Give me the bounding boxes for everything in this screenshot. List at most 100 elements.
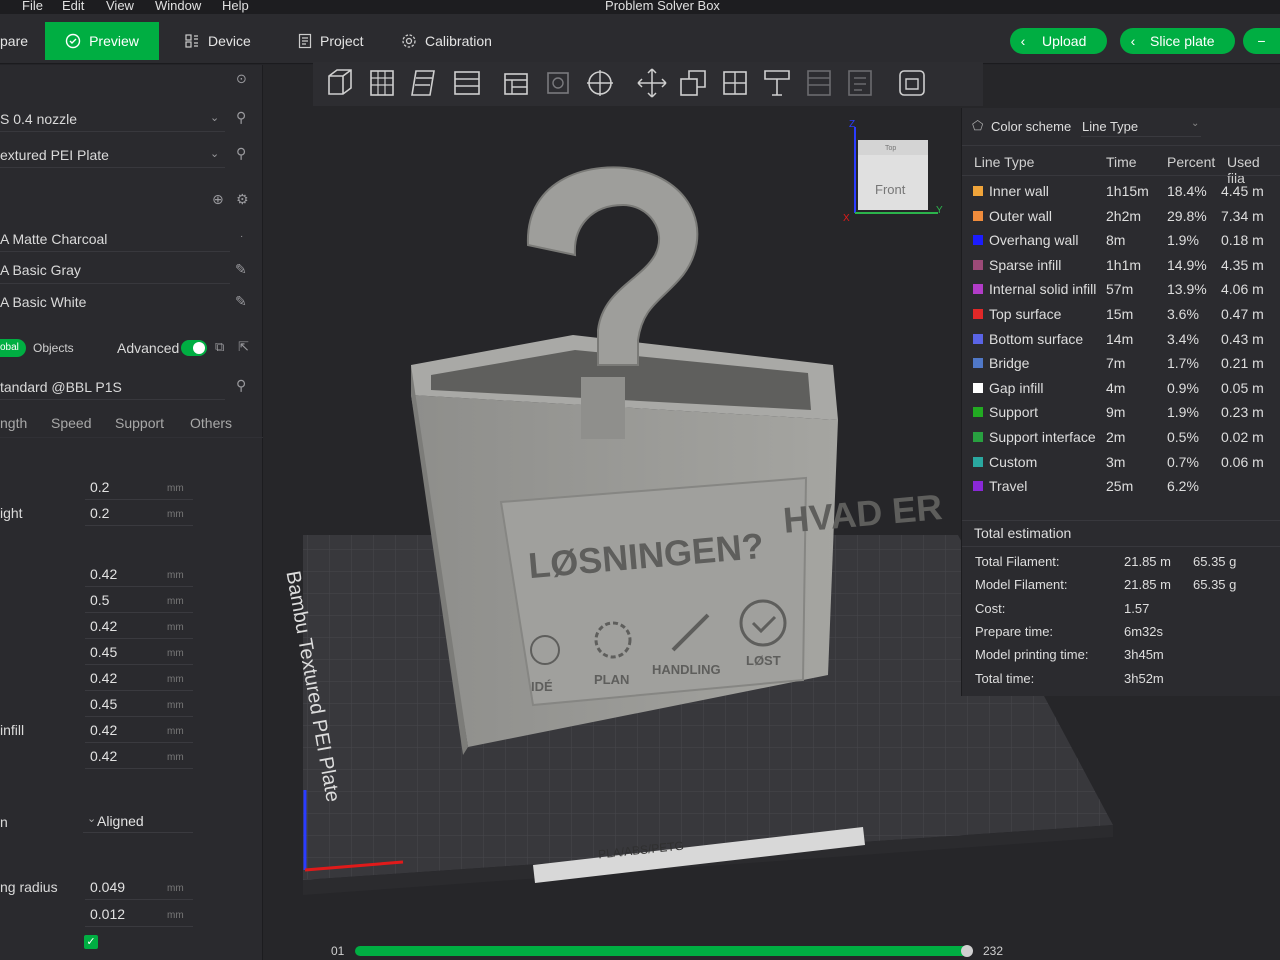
table-view-icon[interactable] <box>366 66 400 100</box>
line-type-used: 4.35 m <box>1221 256 1264 273</box>
slice-plate-button[interactable]: ‹ Slice plate <box>1120 28 1235 54</box>
value-text: 0.45 <box>90 644 118 660</box>
plate-select[interactable]: extured PEI Plate ⌄ <box>0 147 263 163</box>
line-type-time: 57m <box>1106 281 1134 298</box>
filament-item[interactable]: A Matte Charcoal <box>0 231 263 247</box>
line-type-swatch <box>973 382 983 393</box>
chevron-left-icon: ‹ <box>1020 33 1026 49</box>
search-icon[interactable]: ⚲ <box>236 145 246 162</box>
objects-toggle[interactable]: Objects <box>33 341 74 355</box>
tab-speed[interactable]: Speed <box>51 415 91 431</box>
legend-row[interactable]: Travel 25m 6.2% <box>962 478 1280 500</box>
chevron-down-icon: ⌄ <box>210 112 220 124</box>
layer-scrubber[interactable] <box>355 945 973 957</box>
line-type-name: Travel <box>989 478 1028 495</box>
unit-text: mm <box>167 674 184 685</box>
tab-project[interactable]: Project <box>298 22 364 60</box>
legend-row[interactable]: Inner wall 1h15m 18.4% 4.45 m <box>962 183 1280 205</box>
layers-icon[interactable] <box>450 66 484 100</box>
legend-row[interactable]: Top surface 15m 3.6% 0.47 m <box>962 306 1280 328</box>
upload-button[interactable]: ‹ Upload <box>1010 28 1107 54</box>
filament-item[interactable]: A Basic Gray <box>0 262 263 278</box>
move-arrows-icon[interactable] <box>635 66 669 100</box>
advanced-switch[interactable] <box>181 340 207 356</box>
edit-icon[interactable]: ✎ <box>235 293 247 310</box>
legend-row[interactable]: Support 9m 1.9% 0.23 m <box>962 404 1280 426</box>
line-type-name: Top surface <box>989 306 1062 322</box>
line-type-swatch <box>973 309 983 319</box>
tab-prepare[interactable]: pare <box>0 22 28 60</box>
field-underline <box>85 499 193 500</box>
tab-preview-label: Preview <box>89 33 139 49</box>
legend-row[interactable]: Outer wall 2h2m 29.8% 7.34 m <box>962 208 1280 230</box>
tab-preview[interactable]: Preview <box>45 22 159 60</box>
move-icon[interactable] <box>583 66 617 100</box>
legend-row[interactable]: Bottom surface 14m 3.4% 0.43 m <box>962 331 1280 353</box>
legend-row[interactable]: Sparse infill 1h1m 14.9% 4.35 m <box>962 257 1280 279</box>
cube-y-label: Y <box>936 205 943 216</box>
wall-seam-select[interactable]: ⌄ Aligned <box>83 811 193 833</box>
plate-label: extured PEI Plate <box>0 147 109 163</box>
nozzle-label: S 0.4 nozzle <box>0 111 78 127</box>
filament-item[interactable]: A Basic White <box>0 294 263 310</box>
seam-paint-icon[interactable] <box>802 66 836 100</box>
legend-row[interactable]: Custom 3m 0.7% 0.06 m <box>962 454 1280 476</box>
legend-row[interactable]: Support interface 2m 0.5% 0.02 m <box>962 429 1280 451</box>
value-text: 0.45 <box>90 696 118 712</box>
line-type-used: 0.23 m <box>1221 404 1264 421</box>
add-icon[interactable]: ⊕ <box>212 191 224 208</box>
scale-icon[interactable] <box>676 66 710 100</box>
edit-icon[interactable]: ✎ <box>235 261 247 278</box>
legend-row[interactable]: Overhang wall 8m 1.9% 0.18 m <box>962 232 1280 254</box>
refresh-icon[interactable]: ⊙ <box>236 71 247 87</box>
text-tool-icon[interactable] <box>843 66 877 100</box>
line-type-used: 0.47 m <box>1221 306 1264 322</box>
field-underline <box>85 525 193 526</box>
line-type-swatch <box>973 333 983 344</box>
orient-icon[interactable] <box>541 66 575 100</box>
checkbox[interactable]: ✓ <box>84 935 98 949</box>
view-cube-top-label[interactable]: Top <box>885 145 896 152</box>
legend-row[interactable]: Gap infill 4m 0.9% 0.05 m <box>962 380 1280 402</box>
tab-support[interactable]: Support <box>115 415 164 431</box>
process-preset[interactable]: tandard @BBL P1S <box>0 379 263 395</box>
tab-others[interactable]: Others <box>190 415 232 431</box>
search-icon[interactable]: ⚲ <box>236 377 246 394</box>
legend-row[interactable]: Bridge 7m 1.7% 0.21 m <box>962 355 1280 377</box>
export-icon[interactable]: ⇱ <box>238 339 249 355</box>
value-text: 0.2 <box>90 479 110 495</box>
model-icon-label: LØST <box>746 653 781 668</box>
legend-row[interactable]: Internal solid infill 57m 13.9% 4.06 m <box>962 281 1280 303</box>
plate-layout-icon[interactable] <box>408 66 442 100</box>
scrubber-handle[interactable] <box>961 945 973 957</box>
color-scheme-select[interactable]: Line Type ⌄ <box>1081 117 1201 137</box>
global-toggle[interactable]: obal <box>0 339 26 357</box>
header-percent: Percent <box>1167 154 1216 170</box>
setting-label: infill <box>0 722 25 738</box>
settings-sidebar: ⊙ S 0.4 nozzle ⌄ ⚲ extured PEI Plate ⌄ ⚲… <box>0 65 263 960</box>
total-row: Prepare time: 6m32s <box>962 624 1280 646</box>
more-actions-button[interactable]: − <box>1243 28 1280 54</box>
line-type-name: Sparse infill <box>989 256 1062 273</box>
tab-strength[interactable]: ngth <box>0 415 27 431</box>
tab-calibration[interactable]: Calibration <box>401 22 492 60</box>
add-cube-icon[interactable] <box>323 66 357 100</box>
compare-icon[interactable]: ⧉ <box>215 339 224 355</box>
arrange-icon[interactable] <box>499 66 533 100</box>
search-icon[interactable]: ⚲ <box>236 109 246 126</box>
total-value: 3h52m <box>1124 670 1164 686</box>
value-text: 0.42 <box>90 748 118 764</box>
line-type-name: Bridge <box>989 355 1030 372</box>
line-type-used: 4.45 m <box>1221 183 1264 199</box>
assembly-icon[interactable] <box>895 66 929 100</box>
gear-icon[interactable]: ⚙ <box>236 191 249 208</box>
layer-max: 232 <box>983 944 1004 958</box>
cut-icon[interactable] <box>718 66 752 100</box>
line-type-time: 2h2m <box>1106 207 1142 224</box>
line-type-swatch <box>973 481 983 492</box>
view-cube-front-label[interactable]: Front <box>875 182 905 197</box>
line-type-name: Internal solid infill <box>989 281 1097 298</box>
tab-device[interactable]: Device <box>184 22 251 60</box>
support-paint-icon[interactable] <box>760 66 794 100</box>
printer-select[interactable]: S 0.4 nozzle ⌄ <box>0 111 263 127</box>
